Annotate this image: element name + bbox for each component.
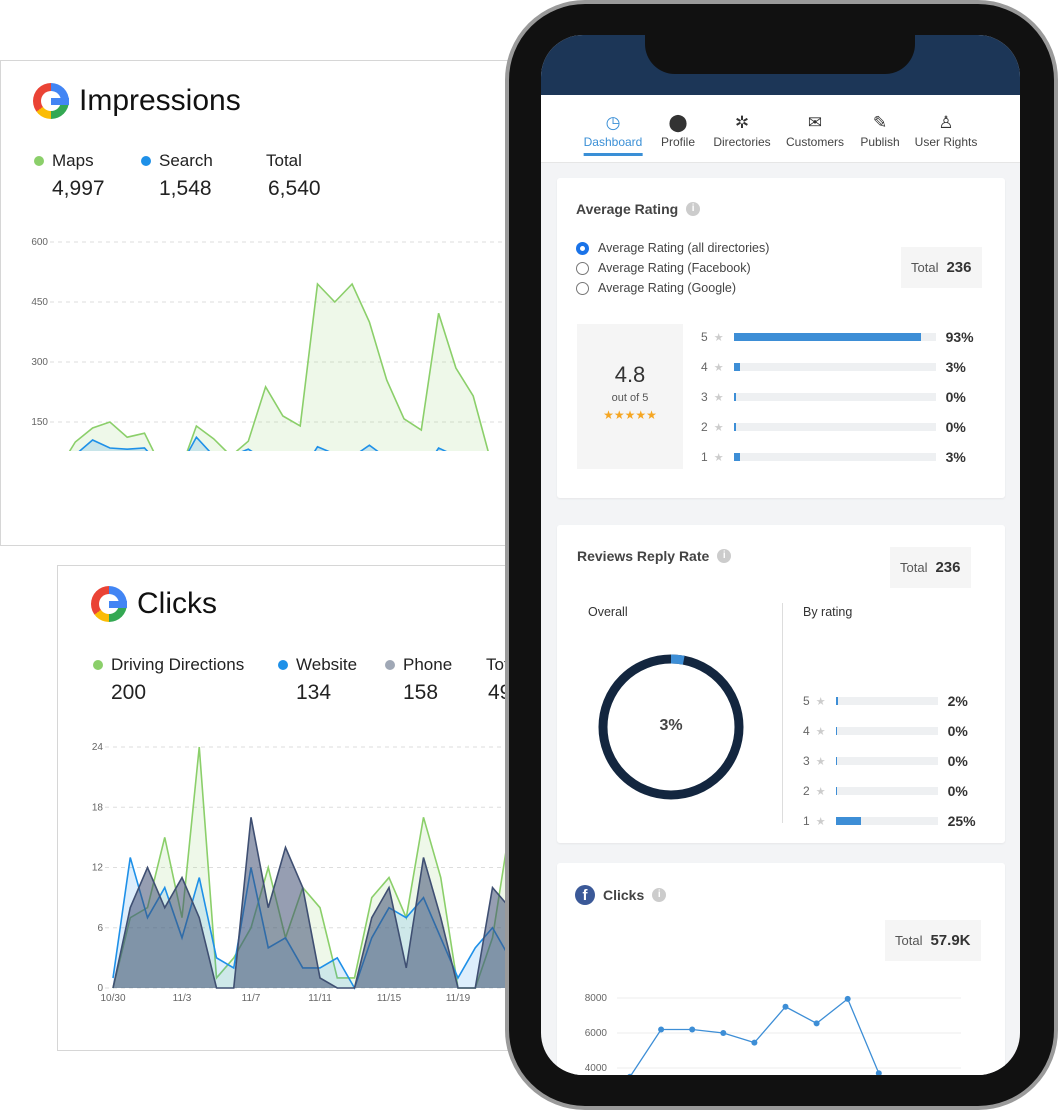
x-tick-label: 11/11 bbox=[308, 993, 332, 1004]
x-tick-label: 11/19 bbox=[446, 993, 471, 1004]
clicks-title: Clicks bbox=[91, 586, 217, 622]
data-point bbox=[813, 1020, 820, 1027]
x-tick-label: 11/3 bbox=[173, 993, 192, 1004]
data-point bbox=[875, 1070, 882, 1075]
data-point bbox=[689, 1026, 696, 1033]
data-point bbox=[751, 1039, 758, 1046]
phone-screen: ◷ Dashboard ⬤ Profile ✲ Directories ✉ Customers… bbox=[541, 35, 1020, 1075]
legend-website: Website 134 bbox=[278, 655, 357, 705]
data-point bbox=[782, 1003, 789, 1010]
y-tick-label: 300 bbox=[31, 357, 48, 368]
y-tick-label: 150 bbox=[31, 417, 48, 428]
impressions-card: Impressions Maps 4,997 Search 1,548 Total 6… bbox=[0, 60, 520, 546]
y-tick-label: 8000 bbox=[585, 993, 608, 1004]
google-icon bbox=[91, 586, 127, 622]
y-tick-label: 6000 bbox=[585, 1028, 608, 1039]
clicks-card: Clicks Driving Directions 200 Website 134 … bbox=[57, 565, 527, 1051]
clicks-title-text: Clicks bbox=[137, 587, 217, 620]
legend-phone: Phone 158 bbox=[385, 655, 452, 705]
data-point bbox=[844, 995, 851, 1002]
impressions-chart: 015030045060010/3011/311/711/1111/1511/1… bbox=[31, 237, 511, 451]
series-line-0 bbox=[630, 997, 880, 1075]
legend-driving: Driving Directions 200 bbox=[93, 655, 244, 705]
y-tick-label: 450 bbox=[31, 297, 48, 308]
y-tick-label: 12 bbox=[92, 863, 104, 874]
y-tick-label: 18 bbox=[92, 802, 104, 813]
y-tick-label: 6 bbox=[97, 923, 103, 934]
x-tick-label: 10/30 bbox=[100, 993, 125, 1004]
x-tick-label: 11/15 bbox=[377, 993, 402, 1004]
fb-clicks-chart: 4000 6000 8000 bbox=[585, 993, 961, 1075]
y-tick-label: 4000 bbox=[585, 1063, 608, 1074]
x-tick-label: 11/7 bbox=[242, 993, 261, 1004]
data-point bbox=[720, 1030, 727, 1036]
y-tick-label: 600 bbox=[31, 237, 48, 248]
phone-notch bbox=[645, 28, 915, 74]
y-tick-label: 24 bbox=[92, 742, 104, 753]
series-area-0 bbox=[69, 284, 489, 451]
data-point bbox=[658, 1026, 665, 1033]
